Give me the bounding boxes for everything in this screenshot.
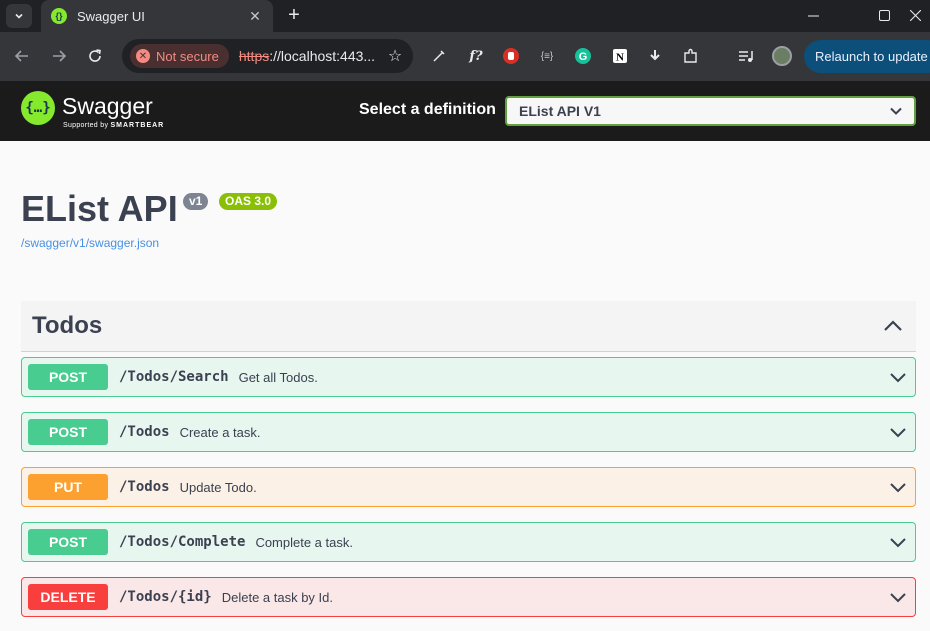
api-title: EList API — [21, 188, 178, 229]
operation-summary: Update Todo. — [179, 479, 257, 495]
close-window-button[interactable] — [900, 0, 930, 30]
operation-row[interactable]: POST /Todos/Complete Complete a task. — [21, 522, 916, 562]
svg-text:N: N — [616, 52, 624, 64]
select-definition-label: Select a definition — [359, 101, 496, 118]
minimize-icon — [807, 15, 819, 16]
bookmark-star-icon[interactable]: ☆ — [385, 46, 405, 66]
tag-name: Todos — [32, 312, 103, 339]
eyedropper-extension-icon[interactable] — [429, 46, 449, 66]
url-text[interactable]: https://localhost:443... — [239, 48, 385, 64]
operation-row[interactable]: DELETE /Todos/{id} Delete a task by Id. — [21, 577, 916, 617]
chevron-down-icon[interactable] — [889, 423, 907, 441]
tagline-brand: SMARTBEAR — [110, 122, 165, 129]
version-badge: v1 — [183, 193, 209, 210]
back-button[interactable] — [10, 44, 34, 68]
browser-tab[interactable]: {} Swagger UI ✕ — [41, 0, 273, 32]
svg-text:G: G — [579, 51, 588, 63]
method-badge: PUT — [28, 474, 108, 500]
browser-toolbar: ✕ Not secure https://localhost:443... ☆ … — [0, 32, 930, 81]
tag-section-header[interactable]: Todos — [21, 301, 916, 352]
extensions-puzzle-icon[interactable] — [681, 46, 701, 66]
address-bar[interactable]: ✕ Not secure https://localhost:443... ☆ — [122, 39, 413, 73]
not-secure-label: Not secure — [156, 48, 219, 64]
json-extension-icon[interactable]: {≡} — [537, 46, 557, 66]
profile-avatar[interactable] — [772, 46, 792, 66]
maximize-icon — [878, 9, 890, 21]
operation-summary: Delete a task by Id. — [221, 589, 333, 605]
definition-select[interactable]: EList API V1 — [505, 96, 916, 126]
arrow-left-icon — [14, 50, 28, 62]
forward-button[interactable] — [47, 44, 71, 68]
operation-path: /Todos — [119, 479, 170, 495]
operation-path: /Todos/Complete — [119, 534, 246, 550]
tab-search-button[interactable] — [6, 4, 32, 28]
tagline-prefix: Supported by — [63, 122, 109, 129]
close-tab-icon[interactable]: ✕ — [247, 8, 263, 25]
oas-badge: OAS 3.0 — [219, 193, 278, 210]
swagger-topbar: {…} Swagger Supported by SMARTBEAR Selec… — [0, 81, 930, 141]
swagger-brand-name[interactable]: Swagger — [62, 93, 153, 120]
operation-summary: Get all Todos. — [238, 369, 318, 385]
method-badge: POST — [28, 419, 108, 445]
download-extension-icon[interactable] — [645, 46, 665, 66]
swagger-logo-icon[interactable]: {…} — [21, 91, 55, 125]
relaunch-label: Relaunch to update — [815, 49, 928, 64]
url-scheme: https — [238, 48, 270, 64]
operation-row[interactable]: PUT /Todos Update Todo. — [21, 467, 916, 507]
reload-icon — [89, 49, 101, 62]
swagger-favicon-icon: {} — [51, 8, 67, 24]
method-badge: DELETE — [28, 584, 108, 610]
security-chip[interactable]: ✕ Not secure — [130, 44, 229, 68]
minimize-button[interactable] — [790, 0, 836, 30]
chevron-down-icon — [15, 13, 23, 19]
method-badge: POST — [28, 529, 108, 555]
notion-extension-icon[interactable]: N — [610, 46, 630, 66]
reload-button[interactable] — [83, 44, 107, 68]
selected-definition: EList API V1 — [519, 103, 601, 119]
not-secure-icon: ✕ — [136, 49, 150, 63]
operation-path: /Todos — [119, 424, 170, 440]
operation-path: /Todos/{id} — [119, 589, 212, 605]
operation-row[interactable]: POST /Todos/Search Get all Todos. — [21, 357, 916, 397]
spec-url-link[interactable]: /swagger/v1/swagger.json — [21, 236, 159, 250]
chevron-down-icon — [890, 107, 902, 115]
chevron-down-icon[interactable] — [889, 368, 907, 386]
chevron-up-icon[interactable] — [882, 315, 904, 337]
operation-summary: Complete a task. — [255, 534, 353, 550]
relaunch-to-update-button[interactable]: Relaunch to update — [804, 40, 930, 73]
operation-path: /Todos/Search — [119, 369, 229, 385]
operation-summary: Create a task. — [179, 424, 261, 440]
close-icon — [909, 9, 921, 21]
swagger-tagline: Supported by SMARTBEAR — [63, 122, 164, 129]
font-extension-icon[interactable]: f? — [466, 46, 486, 66]
adblock-extension-icon[interactable] — [501, 46, 521, 66]
url-rest: ://localhost:443... — [269, 48, 376, 64]
tab-title: Swagger UI — [77, 8, 145, 24]
arrow-right-icon — [53, 50, 67, 62]
media-controls-icon[interactable] — [736, 46, 756, 66]
grammarly-extension-icon[interactable]: G — [573, 46, 593, 66]
chevron-down-icon[interactable] — [889, 533, 907, 551]
browser-tab-strip: {} Swagger UI ✕ + — [0, 0, 930, 32]
chevron-down-icon[interactable] — [889, 588, 907, 606]
method-badge: POST — [28, 364, 108, 390]
operation-row[interactable]: POST /Todos Create a task. — [21, 412, 916, 452]
new-tab-button[interactable]: + — [283, 4, 305, 26]
chevron-down-icon[interactable] — [889, 478, 907, 496]
